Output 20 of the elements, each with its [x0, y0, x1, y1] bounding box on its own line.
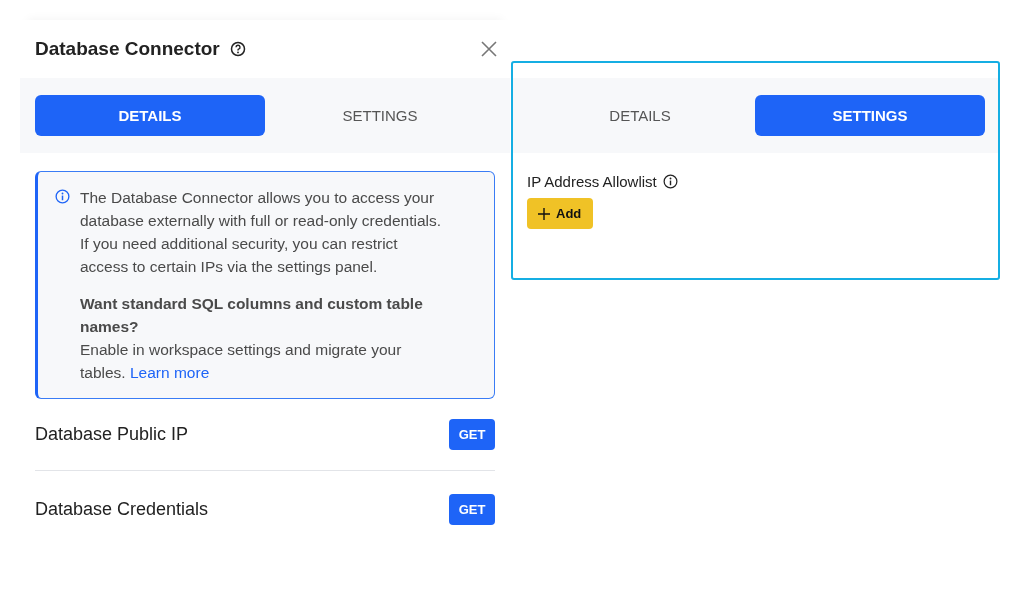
tab[interactable]: SETTINGS — [755, 95, 985, 136]
close-icon[interactable] — [479, 39, 499, 59]
get-button[interactable]: GET — [449, 419, 495, 450]
dialog-title: Database Connector — [35, 38, 220, 60]
row-label: Database Credentials — [35, 498, 209, 520]
info-text: Enable in workspace settings and migrate your tables. Learn more — [80, 340, 403, 383]
info-icon — [55, 189, 70, 204]
info-icon[interactable] — [662, 174, 678, 189]
allowlist-label: IP Address Allowlist — [527, 173, 657, 190]
help-icon[interactable] — [229, 41, 246, 57]
tab[interactable]: DETAILS — [525, 95, 755, 136]
tab[interactable]: SETTINGS — [265, 95, 495, 136]
get-button[interactable]: GET — [449, 493, 495, 525]
info-text: The Database Connector allows you to access your database externally with full or read-only credentials. If you need additional security, you can restrict access to certain IPs via the settings panel. — [80, 188, 442, 277]
info-heading: Want standard SQL columns and custom table names? — [80, 294, 424, 337]
tab[interactable]: DETAILS — [35, 95, 265, 136]
row-label: Database Public IP — [35, 424, 189, 445]
plus-icon — [538, 207, 550, 220]
learn-more-link[interactable]: Learn more — [130, 364, 210, 381]
add-button[interactable]: Add — [527, 198, 594, 229]
